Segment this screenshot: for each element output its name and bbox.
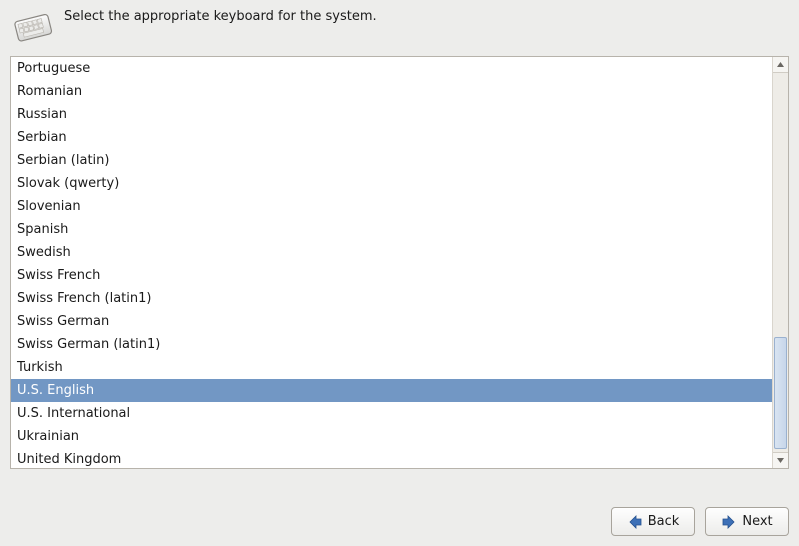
list-item[interactable]: Slovenian: [11, 195, 772, 218]
keyboard-listbox[interactable]: PortugueseRomanianRussianSerbianSerbian …: [11, 57, 772, 468]
list-item[interactable]: Spanish: [11, 218, 772, 241]
footer: Back Next: [0, 499, 799, 546]
back-button-label: Back: [648, 514, 680, 529]
list-item[interactable]: Serbian: [11, 126, 772, 149]
list-item[interactable]: Swiss French: [11, 264, 772, 287]
list-item[interactable]: Romanian: [11, 80, 772, 103]
scrollbar-track[interactable]: [773, 73, 788, 452]
arrow-left-icon: [627, 514, 643, 530]
scrollbar[interactable]: [772, 57, 788, 468]
list-item[interactable]: Serbian (latin): [11, 149, 772, 172]
keyboard-listbox-container: PortugueseRomanianRussianSerbianSerbian …: [10, 56, 789, 469]
list-item[interactable]: Portuguese: [11, 57, 772, 80]
list-item[interactable]: Turkish: [11, 356, 772, 379]
list-item[interactable]: Ukrainian: [11, 425, 772, 448]
list-item[interactable]: Swiss French (latin1): [11, 287, 772, 310]
scroll-down-button[interactable]: [773, 452, 788, 468]
list-item[interactable]: Russian: [11, 103, 772, 126]
list-item[interactable]: Swedish: [11, 241, 772, 264]
scroll-up-button[interactable]: [773, 57, 788, 73]
list-item[interactable]: Swiss German (latin1): [11, 333, 772, 356]
list-item[interactable]: Slovak (qwerty): [11, 172, 772, 195]
back-button[interactable]: Back: [611, 507, 695, 536]
list-item[interactable]: United Kingdom: [11, 448, 772, 468]
keyboard-icon: [10, 8, 54, 46]
list-item[interactable]: U.S. International: [11, 402, 772, 425]
arrow-right-icon: [721, 514, 737, 530]
scrollbar-thumb[interactable]: [774, 337, 787, 449]
header: Select the appropriate keyboard for the …: [0, 0, 799, 56]
list-item[interactable]: U.S. English: [11, 379, 772, 402]
list-item[interactable]: Swiss German: [11, 310, 772, 333]
instruction-text: Select the appropriate keyboard for the …: [64, 6, 377, 26]
next-button-label: Next: [742, 514, 772, 529]
next-button[interactable]: Next: [705, 507, 789, 536]
